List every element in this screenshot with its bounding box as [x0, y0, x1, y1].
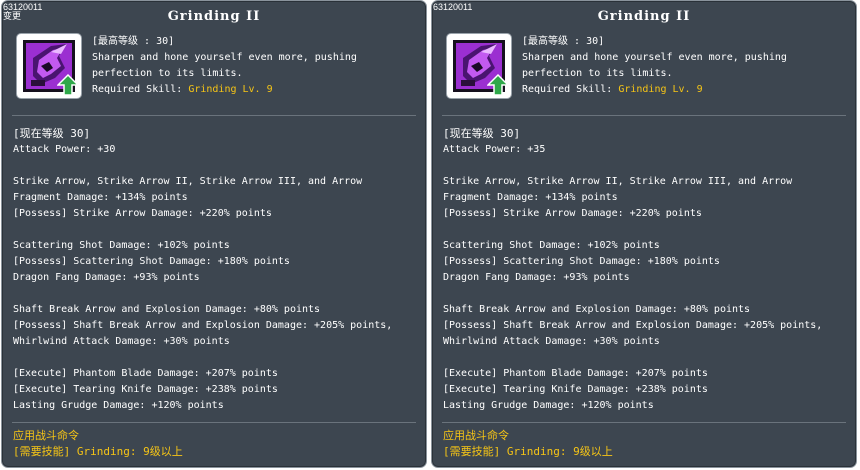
- effect-line: Whirlwind Attack Damage: +30% points: [13, 336, 230, 347]
- effect-line: Shaft Break Arrow and Explosion Damage: …: [13, 304, 321, 315]
- effect-line: [Possess] Scattering Shot Damage: +180% …: [443, 256, 720, 267]
- skill-header-text: [最高等级 : 30] Sharpen and hone yourself ev…: [92, 34, 357, 98]
- divider: [12, 422, 416, 423]
- effect-line: Whirlwind Attack Damage: +30% points: [443, 336, 660, 347]
- upgrade-arrow-icon: [487, 74, 509, 96]
- effect-line: [Possess] Strike Arrow Damage: +220% poi…: [13, 208, 272, 219]
- skill-footer: 应用战斗命令 [需要技能] Grinding: 9级以上: [443, 428, 613, 460]
- divider: [442, 115, 846, 116]
- effect-line: [Possess] Shaft Break Arrow and Explosio…: [443, 320, 823, 331]
- effect-line: Fragment Damage: +134% points: [13, 192, 188, 203]
- effect-line: Scattering Shot Damage: +102% points: [13, 240, 230, 251]
- required-skill-note: [需要技能] Grinding: 9级以上: [443, 445, 613, 458]
- skill-title: Grinding II: [167, 9, 261, 24]
- effect-line: Strike Arrow, Strike Arrow II, Strike Ar…: [13, 176, 363, 187]
- description-line: Sharpen and hone yourself even more, pus…: [522, 52, 787, 63]
- current-level: [现在等级 30]: [443, 127, 521, 140]
- max-level: [最高等级 : 30]: [522, 36, 605, 47]
- current-level: [现在等级 30]: [13, 127, 91, 140]
- skill-tooltip-right: 63120011 Grinding II [最高等级 : 30] Sharpen…: [431, 0, 857, 468]
- effect-line: Lasting Grudge Damage: +120% points: [13, 400, 224, 411]
- skill-tooltip-left: 63120011 变更 Grinding II [最高等级 : 30] Shar…: [1, 0, 427, 468]
- effect-line: Scattering Shot Damage: +102% points: [443, 240, 660, 251]
- effect-line: Shaft Break Arrow and Explosion Damage: …: [443, 304, 751, 315]
- required-skill-note: [需要技能] Grinding: 9级以上: [13, 445, 183, 458]
- required-skill-value: Grinding Lv. 9: [618, 84, 703, 95]
- description-line: perfection to its limits.: [92, 68, 243, 79]
- battle-command-note: 应用战斗命令: [443, 429, 509, 442]
- skill-header-text: [最高等级 : 30] Sharpen and hone yourself ev…: [522, 34, 787, 98]
- max-level: [最高等级 : 30]: [92, 36, 175, 47]
- divider: [442, 422, 846, 423]
- effect-line: [Possess] Scattering Shot Damage: +180% …: [13, 256, 290, 267]
- required-skill: Required Skill: Grinding Lv. 9: [92, 82, 357, 98]
- skill-footer: 应用战斗命令 [需要技能] Grinding: 9级以上: [13, 428, 183, 460]
- effect-line: Dragon Fang Damage: +93% points: [13, 272, 200, 283]
- effect-line: Strike Arrow, Strike Arrow II, Strike Ar…: [443, 176, 793, 187]
- effect-line: [Execute] Phantom Blade Damage: +207% po…: [443, 368, 708, 379]
- required-skill-value: Grinding Lv. 9: [188, 84, 273, 95]
- skill-effects: [现在等级 30] Attack Power: +35 Strike Arrow…: [443, 126, 822, 414]
- required-skill-label: Required Skill:: [92, 84, 189, 95]
- skill-icon-frame: [16, 33, 82, 99]
- skill-title: Grinding II: [597, 9, 691, 24]
- required-skill: Required Skill: Grinding Lv. 9: [522, 82, 787, 98]
- effect-line: [Possess] Strike Arrow Damage: +220% poi…: [443, 208, 702, 219]
- skill-icon-frame: [446, 33, 512, 99]
- effect-line: Fragment Damage: +134% points: [443, 192, 618, 203]
- attack-power: Attack Power: +35: [443, 144, 546, 155]
- description-line: perfection to its limits.: [522, 68, 673, 79]
- attack-power: Attack Power: +30: [13, 144, 116, 155]
- description-line: Sharpen and hone yourself even more, pus…: [92, 52, 357, 63]
- effect-line: Lasting Grudge Damage: +120% points: [443, 400, 654, 411]
- required-skill-label: Required Skill:: [522, 84, 619, 95]
- effect-line: [Execute] Tearing Knife Damage: +238% po…: [13, 384, 278, 395]
- battle-command-note: 应用战斗命令: [13, 429, 79, 442]
- effect-line: Dragon Fang Damage: +93% points: [443, 272, 630, 283]
- upgrade-arrow-icon: [57, 74, 79, 96]
- effect-line: [Execute] Tearing Knife Damage: +238% po…: [443, 384, 708, 395]
- divider: [12, 115, 416, 116]
- skill-effects: [现在等级 30] Attack Power: +30 Strike Arrow…: [13, 126, 392, 414]
- effect-line: [Execute] Phantom Blade Damage: +207% po…: [13, 368, 278, 379]
- effect-line: [Possess] Shaft Break Arrow and Explosio…: [13, 320, 393, 331]
